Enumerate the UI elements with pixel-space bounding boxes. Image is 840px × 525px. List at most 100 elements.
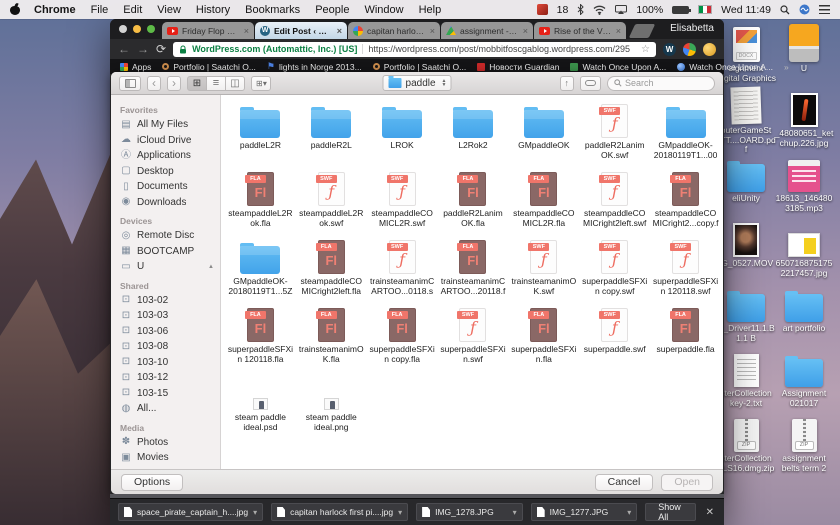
sidebar-entry[interactable]: Desktop <box>120 164 220 180</box>
sidebar-entry[interactable]: Favorites <box>120 105 220 115</box>
eject-icon[interactable] <box>208 264 214 270</box>
tab-close-icon[interactable] <box>616 26 621 36</box>
file-item[interactable]: GMpaddleOK-20180119T1...001 new <box>653 100 719 168</box>
wordpress-extension-icon[interactable] <box>663 42 676 56</box>
sidebar-entry[interactable]: Documents <box>120 179 220 195</box>
forward-button[interactable] <box>137 43 149 55</box>
file-item[interactable]: steampaddleL2Rok.fla <box>227 168 293 236</box>
sidebar-entry[interactable]: 103-10 <box>120 355 220 371</box>
file-item[interactable]: GMpaddleOK-20180119T1...5Z-001 <box>227 236 293 304</box>
close-downloads-bar-icon[interactable] <box>706 507 714 518</box>
file-item[interactable]: GMpaddleOK <box>511 100 577 168</box>
reload-button[interactable] <box>156 43 166 55</box>
file-item[interactable]: superpaddleSFXin.swf <box>440 304 506 372</box>
sidebar-entry[interactable]: 103-02 <box>120 293 220 309</box>
show-all-downloads-button[interactable]: Show All <box>645 502 696 522</box>
options-button[interactable]: Options <box>121 473 184 491</box>
menu-item[interactable]: Window <box>364 4 403 16</box>
notification-center-icon[interactable] <box>819 5 830 14</box>
bookmark-item[interactable]: Portfolio | Saatchi O... <box>372 62 466 72</box>
file-item[interactable]: steampaddleL2Rok.swf <box>298 168 364 236</box>
tab-close-icon[interactable] <box>337 26 342 36</box>
back-button[interactable] <box>118 43 130 55</box>
sidebar-entry[interactable]: 103-08 <box>120 339 220 355</box>
close-window-button[interactable] <box>119 25 127 33</box>
siri-icon[interactable] <box>799 4 810 15</box>
column-view-button[interactable] <box>225 75 245 91</box>
sidebar-entry[interactable]: BOOTCAMP <box>120 244 220 260</box>
bookmarks-overflow-icon[interactable] <box>784 62 789 72</box>
browser-tab[interactable]: assignment - Goo... <box>441 22 533 39</box>
tag-button[interactable] <box>580 75 601 91</box>
notification-app-icon[interactable] <box>536 4 548 15</box>
list-view-button[interactable] <box>206 75 226 91</box>
desktop-file-icon[interactable] <box>727 161 765 192</box>
desktop-file-icon[interactable] <box>785 356 823 387</box>
desktop-file-icon[interactable] <box>733 223 759 257</box>
desktop-file-icon[interactable] <box>791 419 817 452</box>
desktop-icon[interactable]: 18613_1464803185.mp3 <box>774 152 834 217</box>
open-button[interactable]: Open <box>661 473 713 491</box>
desktop-file-icon[interactable] <box>727 291 765 322</box>
download-item[interactable]: capitan harlock first pi....jpg <box>271 503 409 521</box>
download-item[interactable]: IMG_1278.JPG <box>416 503 523 521</box>
desktop-file-icon[interactable] <box>733 354 759 387</box>
desktop-icon[interactable]: signment Digital Graphics <box>716 22 776 87</box>
menu-item[interactable]: Chrome <box>34 4 76 16</box>
battery-icon[interactable] <box>672 5 692 14</box>
browser-tab[interactable]: capitan harlock po... <box>348 22 440 39</box>
sidebar-entry[interactable]: Media <box>120 423 220 433</box>
desktop-icon[interactable]: U <box>774 22 834 87</box>
file-item[interactable]: paddleR2LanimOK.swf <box>582 100 648 168</box>
folder-dropdown[interactable]: paddle ▲ ▼ <box>382 75 452 91</box>
sidebar-entry[interactable]: All My Files <box>120 117 220 133</box>
download-item[interactable]: IMG_1277.JPG <box>530 503 638 521</box>
desktop-icon[interactable]: 6507168751752217457.jpg <box>774 217 834 282</box>
sidebar-toggle-button[interactable] <box>119 75 141 91</box>
desktop-icon[interactable]: _48080651_ketchup.226.jpg <box>774 87 834 152</box>
download-menu-caret-icon[interactable] <box>398 507 402 517</box>
desktop-file-icon[interactable] <box>733 419 759 452</box>
file-item[interactable]: LROK <box>369 100 435 168</box>
desktop-file-icon[interactable] <box>788 233 820 257</box>
download-item[interactable]: space_pirate_captain_h....jpg <box>118 503 264 521</box>
tab-close-icon[interactable] <box>523 26 528 36</box>
sidebar-entry[interactable]: Devices <box>120 216 220 226</box>
cancel-button[interactable]: Cancel <box>594 473 654 491</box>
browser-tab[interactable]: Friday Flop 15 12... <box>162 22 254 39</box>
file-item[interactable]: trainsteamanimOK.swf <box>511 236 577 304</box>
input-language-flag-icon[interactable] <box>698 5 713 14</box>
desktop-icon[interactable]: IG_0527.MOV <box>716 217 776 282</box>
download-menu-caret-icon[interactable] <box>253 507 257 517</box>
desktop-icon[interactable]: art portfolio <box>774 282 834 347</box>
desktop-file-icon[interactable] <box>785 291 823 322</box>
file-item[interactable]: steampaddleCOMICright2left.swf <box>582 168 648 236</box>
new-tab-button[interactable] <box>628 24 656 38</box>
extension-icon[interactable] <box>703 42 716 56</box>
desktop-file-icon[interactable] <box>788 160 820 192</box>
sidebar-entry[interactable]: Downloads <box>120 195 220 211</box>
menu-item[interactable]: File <box>91 4 109 16</box>
desktop-file-icon[interactable] <box>730 86 762 125</box>
menu-bar-clock[interactable]: Wed 11:49 <box>721 4 771 16</box>
menu-item[interactable]: Bookmarks <box>245 4 300 16</box>
sidebar-entry[interactable]: 103-12 <box>120 370 220 386</box>
bookmark-item[interactable]: lights in Norge 2013... <box>267 62 362 72</box>
file-item[interactable]: paddleL2R <box>227 100 293 168</box>
file-item[interactable]: steam paddle ideal.psd <box>227 372 293 440</box>
desktop-file-icon[interactable] <box>732 27 760 62</box>
menu-item[interactable]: History <box>196 4 230 16</box>
file-item[interactable]: L2Rok2 <box>440 100 506 168</box>
file-item[interactable]: trainsteamanimOK.fla <box>298 304 364 372</box>
wifi-icon[interactable] <box>593 5 606 15</box>
file-item[interactable]: paddleR2L <box>298 100 364 168</box>
sidebar-entry[interactable]: Shared <box>120 281 220 291</box>
menu-item[interactable]: Edit <box>123 4 142 16</box>
forward-button[interactable] <box>167 75 181 91</box>
download-menu-caret-icon[interactable] <box>513 507 517 517</box>
file-item[interactable]: superpaddle.fla <box>653 304 719 372</box>
desktop-icon[interactable]: assignment belts term 2 <box>774 412 834 477</box>
file-item[interactable]: trainsteamanimCARTOO...20118.fla <box>440 236 506 304</box>
file-item[interactable]: trainsteamanimCARTOO...0118.swf <box>369 236 435 304</box>
minimize-window-button[interactable] <box>133 25 141 33</box>
